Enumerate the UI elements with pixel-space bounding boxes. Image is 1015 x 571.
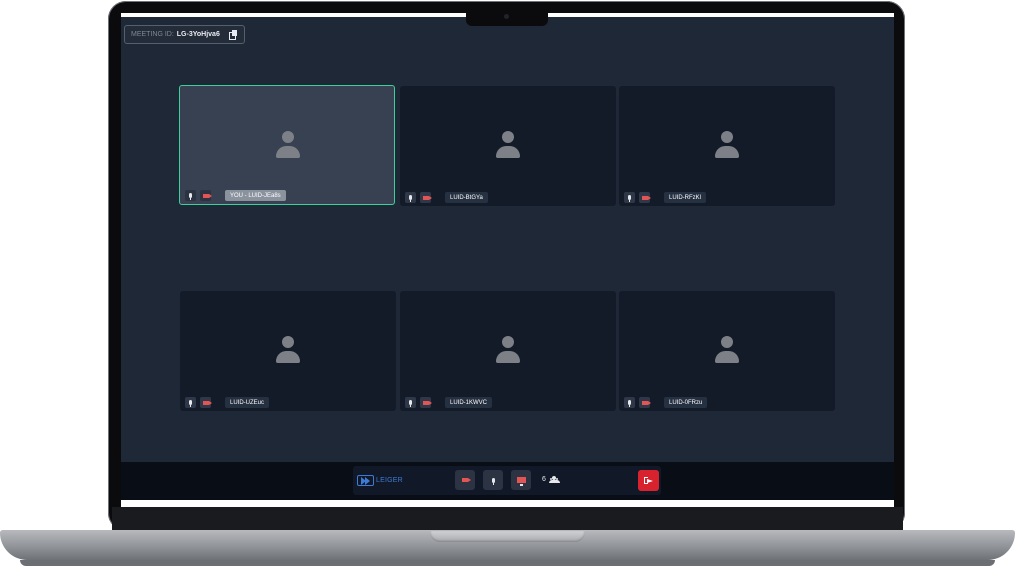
mic-icon[interactable] (624, 397, 635, 408)
meeting-toolbar: LEIGER 6 (121, 462, 894, 500)
screen-bottom-border (121, 500, 894, 507)
mic-icon (491, 477, 495, 485)
avatar-icon (276, 131, 300, 161)
laptop-base-shadow (20, 560, 995, 566)
camera-off-icon[interactable] (420, 192, 432, 203)
meeting-id-badge: MEETING ID: LG-3YoHjva6 (124, 25, 245, 44)
camera-off-icon (462, 478, 471, 482)
camera-off-icon[interactable] (200, 190, 212, 201)
logo-text: LEIGER (376, 477, 403, 484)
participant-name: LUID-RFzKl (664, 192, 707, 203)
avatar-icon (496, 336, 520, 366)
participant-tile: LUID-RFzKl (619, 86, 835, 206)
camera-off-icon[interactable] (639, 397, 651, 408)
meeting-screen: MEETING ID: LG-3YoHjva6 YOU - LUID-JEa8s… (121, 17, 894, 500)
participants-button[interactable]: 6 (542, 476, 560, 483)
mic-icon[interactable] (185, 190, 196, 201)
laptop-opening-groove (430, 531, 585, 542)
meeting-id-value: LG-3YoHjva6 (176, 31, 220, 38)
participant-count: 6 (542, 476, 546, 483)
mic-icon[interactable] (405, 397, 416, 408)
mic-toggle-button[interactable] (483, 470, 503, 490)
camera-toggle-button[interactable] (455, 470, 475, 490)
participant-tile: LUID-BtGYa (400, 86, 616, 206)
webcam-icon (504, 14, 509, 19)
participant-tile: LUID-1KWVC (400, 291, 616, 411)
participant-tile-self: YOU - LUID-JEa8s (179, 85, 395, 205)
meeting-id-label: MEETING ID: (131, 31, 174, 38)
avatar-icon (715, 336, 739, 366)
logo-icon (357, 475, 374, 486)
camera-notch (466, 10, 548, 26)
participant-name: LUID-BtGYa (445, 192, 488, 203)
participant-name: LUID-UZEuc (225, 397, 270, 408)
exit-icon (644, 477, 653, 484)
avatar-icon (496, 131, 520, 161)
leave-meeting-button[interactable] (638, 470, 659, 491)
screen-share-icon (516, 477, 526, 486)
participant-tile: LUID-0FRzu (619, 291, 835, 411)
people-icon (548, 476, 560, 483)
participant-tile: LUID-UZEuc (180, 291, 396, 411)
app-logo: LEIGER (357, 475, 403, 486)
participant-name: LUID-0FRzu (664, 397, 708, 408)
mic-icon[interactable] (185, 397, 196, 408)
copy-icon[interactable] (228, 30, 238, 40)
participant-name: YOU - LUID-JEa8s (225, 190, 286, 201)
mic-icon[interactable] (624, 192, 635, 203)
camera-off-icon[interactable] (639, 192, 651, 203)
laptop-hinge (112, 507, 903, 530)
toolbar-controls: LEIGER 6 (353, 466, 661, 495)
mic-icon[interactable] (405, 192, 416, 203)
share-screen-button[interactable] (511, 470, 531, 490)
camera-off-icon[interactable] (420, 397, 432, 408)
avatar-icon (276, 336, 300, 366)
participant-name: LUID-1KWVC (445, 397, 493, 408)
avatar-icon (715, 131, 739, 161)
camera-off-icon[interactable] (200, 397, 212, 408)
